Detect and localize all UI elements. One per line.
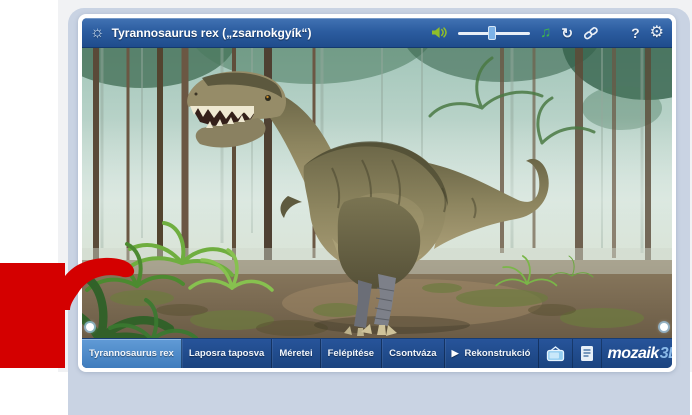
tab-label: Méretei xyxy=(279,348,312,359)
reset-view-icon[interactable]: ↻ xyxy=(561,26,573,40)
tab-label: Tyrannosaurus rex xyxy=(89,348,174,359)
tab-csontvaza[interactable]: Csontváza xyxy=(382,339,445,368)
header-controls: ♫ ↻ ? ⚙ xyxy=(431,24,664,41)
rotate-handle-right[interactable] xyxy=(660,323,668,331)
volume-slider[interactable] xyxy=(458,26,530,40)
tab-meretei[interactable]: Méretei xyxy=(272,339,320,368)
logo-brand: mozaik xyxy=(608,345,659,363)
tab-rekonstrukcio[interactable]: ▶ Rekonstrukció xyxy=(445,339,539,368)
tv-button[interactable] xyxy=(539,339,573,368)
tab-label: Rekonstrukció xyxy=(465,348,531,359)
tab-label: Felépítése xyxy=(328,348,374,359)
tab-bar: Tyrannosaurus rex Laposra taposva Mérete… xyxy=(82,338,672,368)
tv-icon xyxy=(546,346,565,362)
3d-viewport[interactable] xyxy=(82,48,672,338)
music-note-icon[interactable]: ♫ xyxy=(540,24,551,41)
tab-label: Laposra taposva xyxy=(189,348,265,359)
volume-icon[interactable] xyxy=(431,26,448,39)
rotate-handle-left[interactable] xyxy=(86,323,94,331)
forest-scene-svg xyxy=(82,48,672,338)
viewer-window: ☼ Tyrannosaurus rex („zsarnokgyík“) ♫ ↻ xyxy=(78,14,676,372)
mozaik3d-logo[interactable]: mozaik 3D xyxy=(602,339,673,368)
gear-icon[interactable]: ⚙ xyxy=(650,25,664,41)
viewer-header: ☼ Tyrannosaurus rex („zsarnokgyík“) ♫ ↻ xyxy=(82,18,672,48)
page-title: Tyrannosaurus rex („zsarnokgyík“) xyxy=(112,26,312,40)
volume-slider-handle[interactable] xyxy=(488,26,496,40)
tab-felepitese[interactable]: Felépítése xyxy=(321,339,382,368)
document-button[interactable] xyxy=(573,339,602,368)
sun-icon: ☼ xyxy=(90,25,105,41)
link-icon[interactable] xyxy=(583,26,599,40)
logo-suffix: 3D xyxy=(660,345,672,363)
document-icon xyxy=(580,345,594,362)
tab-laposra-taposva[interactable]: Laposra taposva xyxy=(182,339,273,368)
grid-icon[interactable] xyxy=(609,27,621,39)
viewer-frame: ☼ Tyrannosaurus rex („zsarnokgyík“) ♫ ↻ xyxy=(82,18,672,368)
tab-tyrannosaurus-rex[interactable]: Tyrannosaurus rex xyxy=(82,339,182,368)
help-icon[interactable]: ? xyxy=(631,26,640,40)
tab-label: Csontváza xyxy=(389,348,437,359)
annotation-arrow-icon xyxy=(52,248,138,312)
play-icon: ▶ xyxy=(452,348,459,359)
